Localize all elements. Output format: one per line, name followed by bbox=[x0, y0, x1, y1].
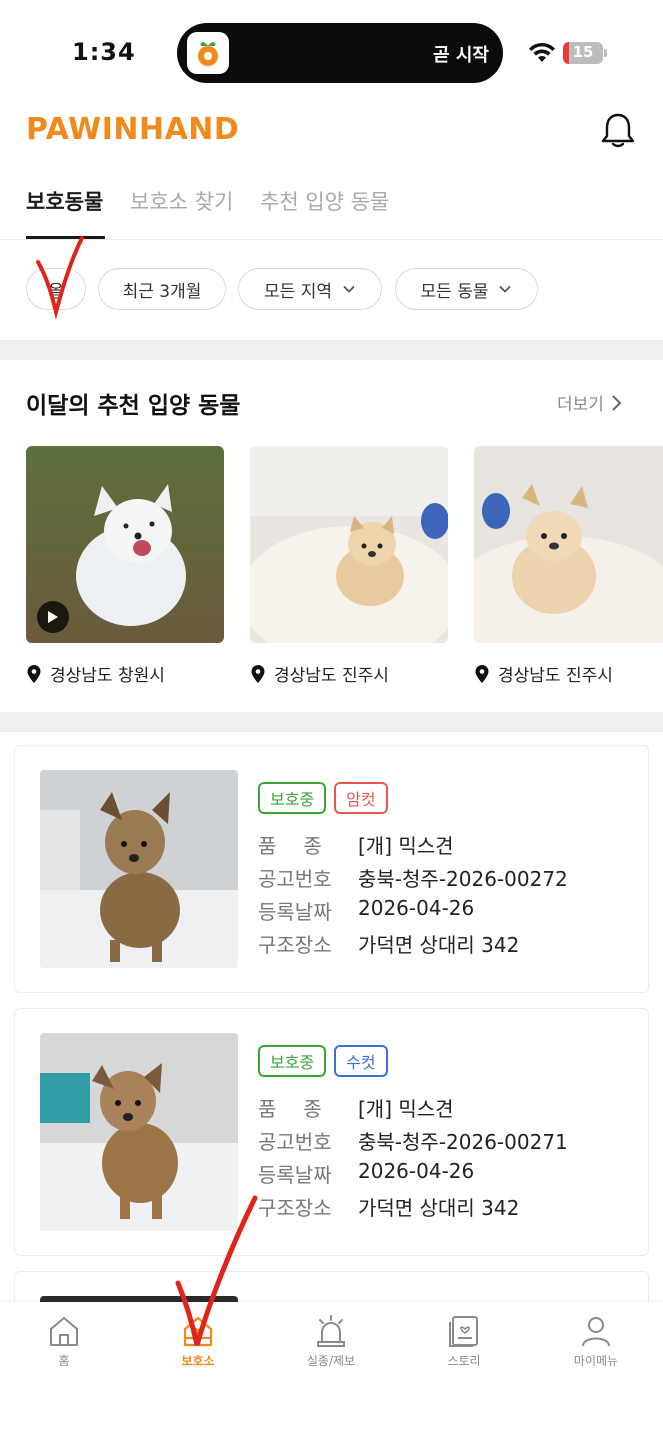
nav-missing-label: 실종/제보 bbox=[306, 1354, 356, 1368]
bottom-navigation: 홈 보호소 실종/제보 스토리 마이메뉴 bbox=[0, 1302, 663, 1440]
home-icon bbox=[50, 1317, 78, 1346]
filter-chip-all[interactable]: 올 bbox=[26, 268, 86, 310]
rescue-place: 가덕면 상대리 342 bbox=[358, 933, 520, 957]
notice-label: 공고번호 bbox=[258, 867, 332, 891]
notice-number: 충북-청주-2026-00272 bbox=[358, 867, 568, 891]
see-more-link[interactable]: 더보기 bbox=[557, 390, 622, 415]
battery-level: 15 bbox=[572, 43, 594, 61]
top-tabs: 보호동물 보호소 찾기 추천 입양 동물 bbox=[0, 180, 663, 240]
rescue-place: 가덕면 상대리 342 bbox=[358, 1196, 520, 1220]
registered-date: 2026-04-26 bbox=[358, 1159, 475, 1183]
place-row: 구조장소 가덕면 상대리 342 bbox=[258, 929, 519, 958]
status-badge: 보호중 bbox=[258, 1045, 327, 1077]
section-divider bbox=[0, 340, 663, 360]
chevron-down-icon bbox=[499, 285, 512, 293]
nav-shelter[interactable]: 보호소 bbox=[148, 1314, 248, 1369]
location-pin-icon bbox=[27, 664, 41, 683]
location-pin-icon bbox=[475, 664, 489, 683]
filter-chip-label: 올 bbox=[48, 281, 64, 302]
registered-date: 2026-04-26 bbox=[358, 896, 475, 920]
pet-photo bbox=[40, 1033, 238, 1231]
location-text: 경상남도 진주시 bbox=[498, 666, 613, 686]
pet-location: 경상남도 창원시 bbox=[26, 661, 224, 686]
place-label: 구조장소 bbox=[258, 933, 332, 957]
pet-photo bbox=[26, 446, 224, 643]
tab-recommended[interactable]: 추천 입양 동물 bbox=[260, 186, 389, 216]
pet-photo bbox=[40, 770, 238, 968]
status-badge: 보호중 bbox=[258, 782, 327, 814]
dynamic-island[interactable]: 곧 시작 bbox=[177, 23, 503, 83]
person-icon bbox=[582, 1317, 610, 1347]
pet-location: 경상남도 진주시 bbox=[250, 661, 448, 686]
breed-row: 품종 [개] 믹스견 bbox=[258, 830, 454, 859]
nav-my-menu-label: 마이메뉴 bbox=[573, 1354, 619, 1368]
recommended-card[interactable]: 경상남도 진주시 bbox=[250, 446, 448, 686]
live-activity-text: 곧 시작 bbox=[433, 45, 489, 66]
filter-animal-dropdown[interactable]: 모든 동물 bbox=[395, 268, 538, 310]
location-text: 경상남도 진주시 bbox=[274, 666, 389, 686]
tab-find-shelter[interactable]: 보호소 찾기 bbox=[130, 186, 233, 216]
location-text: 경상남도 창원시 bbox=[50, 666, 165, 686]
nav-shelter-label: 보호소 bbox=[181, 1354, 215, 1368]
app-logo[interactable]: PAWINHAND bbox=[26, 112, 239, 147]
nav-story-label: 스토리 bbox=[447, 1354, 481, 1368]
recommended-section-title: 이달의 추천 입양 동물 bbox=[26, 393, 241, 419]
filter-region-dropdown[interactable]: 모든 지역 bbox=[238, 268, 382, 310]
tab-protected-animals[interactable]: 보호동물 bbox=[26, 186, 103, 216]
animal-listing-card[interactable]: 보호중 수컷 품종 [개] 믹스견 공고번호 충북-청주-2026-00271 … bbox=[14, 1008, 649, 1256]
date-label: 등록날짜 bbox=[258, 1163, 332, 1187]
wifi-icon bbox=[529, 42, 555, 62]
breed-row: 품종 [개] 믹스견 bbox=[258, 1093, 454, 1122]
section-divider bbox=[0, 712, 663, 732]
filter-chip-period[interactable]: 최근 3개월 bbox=[98, 268, 226, 310]
status-bar: 1:34 곧 시작 15 bbox=[0, 0, 663, 100]
chevron-right-icon bbox=[612, 394, 622, 411]
notice-row: 공고번호 충북-청주-2026-00272 bbox=[258, 863, 568, 892]
nav-missing-report[interactable]: 실종/제보 bbox=[281, 1314, 381, 1369]
sex-badge: 암컷 bbox=[334, 782, 388, 814]
breed-value: [개] 믹스견 bbox=[358, 834, 454, 858]
sex-badge: 수컷 bbox=[334, 1045, 388, 1077]
see-more-label: 더보기 bbox=[557, 395, 604, 415]
status-time: 1:34 bbox=[72, 38, 136, 66]
place-label: 구조장소 bbox=[258, 1196, 332, 1220]
bell-icon[interactable] bbox=[598, 110, 638, 150]
notice-number: 충북-청주-2026-00271 bbox=[358, 1130, 568, 1154]
filter-chip-label: 모든 동물 bbox=[420, 281, 489, 302]
nav-home[interactable]: 홈 bbox=[14, 1314, 114, 1369]
breed-label: 품종 bbox=[258, 834, 349, 858]
date-label: 등록날짜 bbox=[258, 900, 332, 924]
filter-chip-label: 모든 지역 bbox=[264, 281, 332, 302]
shelter-icon bbox=[183, 1316, 213, 1347]
battery-indicator: 15 bbox=[563, 42, 607, 66]
pet-location: 경상남도 진주시 bbox=[474, 661, 663, 686]
nav-story[interactable]: 스토리 bbox=[414, 1314, 514, 1369]
filter-bar: 올 최근 3개월 모든 지역 모든 동물 bbox=[0, 240, 663, 340]
play-video-icon[interactable] bbox=[37, 601, 69, 633]
recommended-card[interactable]: 경상남도 진주시 bbox=[474, 446, 663, 686]
pet-photo bbox=[250, 446, 448, 643]
story-icon bbox=[449, 1316, 478, 1347]
chevron-down-icon bbox=[343, 285, 355, 293]
active-tab-indicator bbox=[26, 236, 105, 239]
live-activity-app-icon bbox=[187, 32, 229, 74]
place-row: 구조장소 가덕면 상대리 342 bbox=[258, 1192, 519, 1221]
nav-home-label: 홈 bbox=[58, 1354, 70, 1368]
filter-chip-label: 최근 3개월 bbox=[122, 281, 202, 302]
date-row: 등록날짜 2026-04-26 bbox=[258, 896, 474, 925]
notice-label: 공고번호 bbox=[258, 1130, 332, 1154]
siren-icon bbox=[317, 1315, 345, 1347]
nav-my-menu[interactable]: 마이메뉴 bbox=[546, 1314, 646, 1369]
date-row: 등록날짜 2026-04-26 bbox=[258, 1159, 474, 1188]
location-pin-icon bbox=[251, 664, 265, 683]
breed-value: [개] 믹스견 bbox=[358, 1097, 454, 1121]
breed-label: 품종 bbox=[258, 1097, 349, 1121]
notice-row: 공고번호 충북-청주-2026-00271 bbox=[258, 1126, 568, 1155]
pet-photo bbox=[474, 446, 663, 643]
animal-listing-card[interactable]: 보호중 암컷 품종 [개] 믹스견 공고번호 충북-청주-2026-00272 … bbox=[14, 745, 649, 993]
recommended-card[interactable]: 경상남도 창원시 bbox=[26, 446, 224, 686]
